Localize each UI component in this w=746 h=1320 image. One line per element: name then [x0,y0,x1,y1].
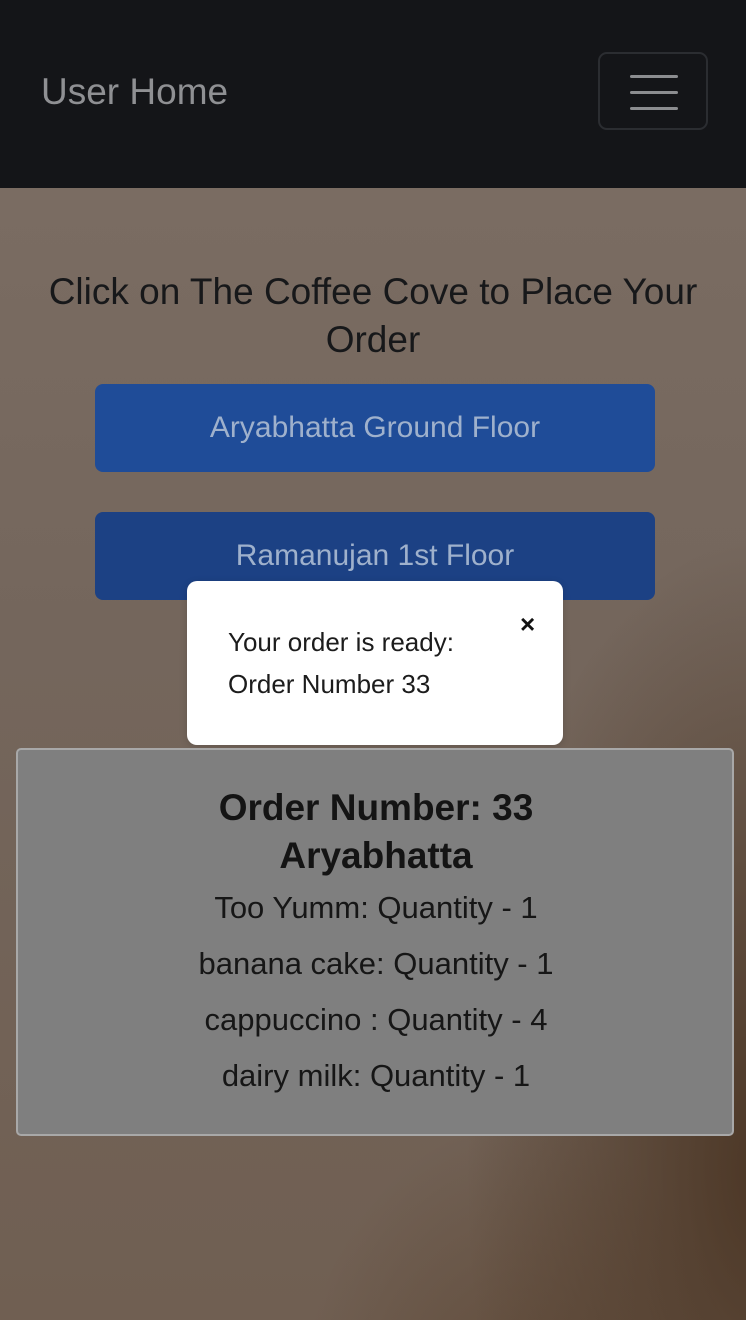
order-location: Aryabhatta [279,835,473,876]
hamburger-icon [630,75,678,78]
order-item: dairy milk: Quantity - 1 [221,1058,531,1093]
navbar-brand[interactable]: User Home [41,68,228,116]
location-button-aryabhatta[interactable]: Aryabhatta Ground Floor [95,384,655,472]
toast-message: Your order is ready: Order Number 33 [228,627,454,699]
order-items-list: Too Yumm: Quantity - 1 banana cake: Quan… [18,880,734,1104]
navbar: User Home [0,0,746,188]
order-number: Order Number: 33 [218,787,534,828]
order-item: cappuccino : Quantity - 4 [204,1002,548,1037]
close-icon[interactable]: × [520,609,535,639]
hamburger-icon-bar [630,91,678,94]
hamburger-icon-bar [630,107,678,110]
page-heading: Click on The Coffee Cove to Place Your O… [48,271,698,360]
order-item: Too Yumm: Quantity - 1 [214,890,538,925]
order-title: Order Number: 33 Aryabhatta [18,784,734,880]
order-ready-toast: Your order is ready: Order Number 33 × [187,581,563,745]
navbar-toggle-button[interactable] [598,52,708,130]
order-card: Order Number: 33 Aryabhatta Too Yumm: Qu… [16,748,734,1136]
order-item: banana cake: Quantity - 1 [198,946,554,981]
